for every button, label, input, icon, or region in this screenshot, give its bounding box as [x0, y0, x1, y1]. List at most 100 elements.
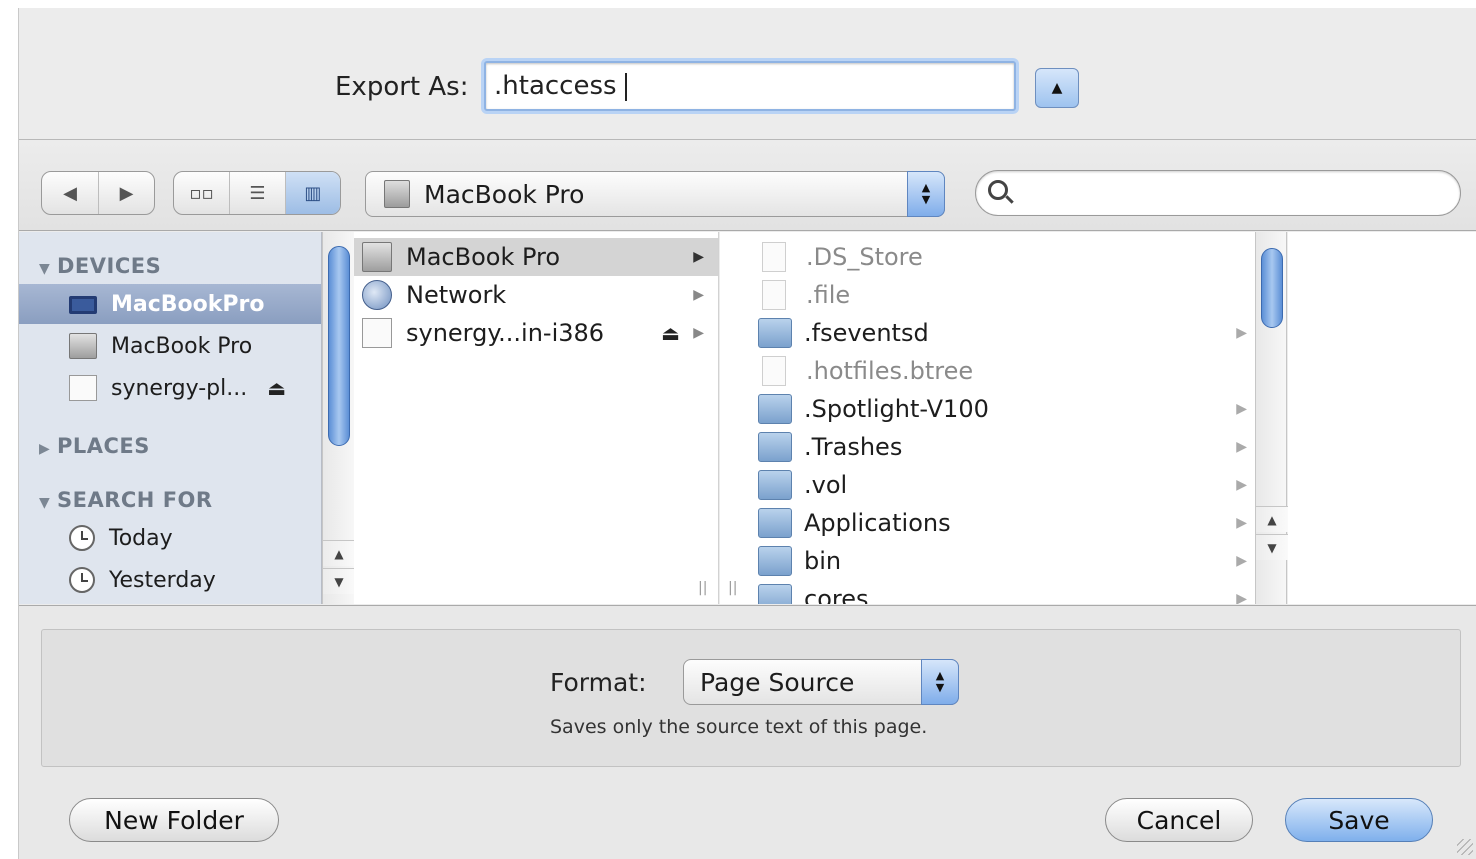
applications-folder-icon	[758, 508, 792, 538]
cancel-button[interactable]: Cancel	[1105, 798, 1253, 842]
sidebar-heading-search-for[interactable]: ▼ SEARCH FOR	[39, 488, 213, 512]
format-description: Saves only the source text of this page.	[550, 716, 928, 738]
search-icon	[988, 180, 1008, 200]
list-item[interactable]: .fseventsd ▶	[720, 314, 1255, 352]
popup-arrows-icon: ▲ ▼	[907, 171, 945, 217]
browser-column-1: MacBook Pro ▶ Network ▶ synergy...in-i38…	[354, 232, 719, 604]
browser-column-3	[1288, 232, 1476, 604]
scroll-down-button[interactable]: ▼	[1256, 534, 1288, 560]
chevron-right-icon: ▶	[693, 249, 704, 265]
search-field[interactable]	[975, 170, 1461, 216]
chevron-right-icon: ▶	[1236, 401, 1247, 417]
clock-icon	[69, 525, 95, 551]
back-forward-control: ◀ ▶	[41, 171, 155, 215]
chevron-right-icon: ▶	[1236, 553, 1247, 569]
folder-icon	[758, 584, 792, 604]
scroll-down-button[interactable]: ▼	[323, 568, 355, 594]
export-as-field[interactable]: .htaccess	[484, 61, 1016, 111]
scroll-thumb[interactable]	[1261, 248, 1283, 328]
column-scrollbar[interactable]: ▲ ▼	[1255, 232, 1288, 604]
disk-image-icon	[362, 318, 392, 348]
chevron-right-icon: ▶	[693, 325, 704, 341]
chevron-right-icon: ▶	[1236, 439, 1247, 455]
clock-icon	[69, 567, 95, 593]
list-item[interactable]: Network ▶	[354, 276, 718, 314]
disclosure-open-icon: ▼	[39, 495, 51, 511]
chevron-right-icon: ▶	[693, 287, 704, 303]
options-panel: Format: Page Source ▲ ▼ Saves only the so…	[19, 605, 1476, 859]
column-view-button[interactable]: ▥	[284, 172, 340, 214]
list-item[interactable]: .hotfiles.btree	[720, 352, 1255, 390]
sidebar-item-label: Yesterday	[109, 567, 216, 593]
document-icon	[762, 242, 786, 272]
list-view-button[interactable]: ☰	[229, 172, 284, 214]
forward-arrow-icon: ▶	[119, 182, 134, 204]
sidebar-item-label: synergy-pl...	[111, 375, 248, 401]
sidebar-item-today[interactable]: Today	[19, 518, 321, 558]
chevron-right-icon: ▶	[1236, 591, 1247, 604]
format-popup[interactable]: Page Source ▲ ▼	[683, 659, 959, 705]
list-view-icon: ☰	[249, 182, 266, 204]
spotlight-folder-icon	[758, 394, 792, 424]
browser-column-2: .DS_Store .file .fseventsd ▶ .hotfiles.b…	[720, 232, 1255, 604]
chevron-right-icon: ▶	[1236, 325, 1247, 341]
icon-view-icon: ▫▫	[189, 182, 214, 204]
document-icon	[762, 356, 786, 386]
format-value: Page Source	[700, 667, 855, 697]
list-item[interactable]: .DS_Store	[720, 238, 1255, 276]
column-resize-icon[interactable]: ||	[728, 580, 737, 596]
back-arrow-icon: ◀	[63, 182, 77, 204]
list-item[interactable]: .file	[720, 276, 1255, 314]
list-item[interactable]: .vol ▶	[720, 466, 1255, 504]
sidebar-item-yesterday[interactable]: Yesterday	[19, 560, 321, 600]
eject-icon[interactable]: ⏏	[267, 376, 286, 400]
location-value: MacBook Pro	[424, 179, 585, 209]
sidebar-item-macbookpro[interactable]: MacBookPro	[19, 284, 321, 324]
dialog-header: Export As: .htaccess ▲	[19, 8, 1476, 140]
column-resize-icon[interactable]: ||	[698, 580, 707, 596]
new-folder-button[interactable]: New Folder	[69, 798, 279, 842]
icon-view-button[interactable]: ▫▫	[174, 172, 229, 214]
eject-icon[interactable]: ⏏	[661, 321, 680, 345]
chevron-right-icon: ▶	[1236, 477, 1247, 493]
resize-grip-icon[interactable]	[1457, 839, 1473, 855]
popup-arrows-icon: ▲ ▼	[921, 659, 959, 705]
search-input[interactable]	[1020, 177, 1440, 209]
list-item[interactable]: cores ▶	[720, 580, 1255, 604]
list-item[interactable]: synergy...in-i386 ⏏ ▶	[354, 314, 718, 352]
sidebar-item-synergy-disk[interactable]: synergy-pl... ⏏	[19, 368, 321, 408]
back-button[interactable]: ◀	[42, 172, 98, 214]
location-popup[interactable]: MacBook Pro ▲ ▼	[365, 171, 945, 217]
list-item[interactable]: .Trashes ▶	[720, 428, 1255, 466]
list-item[interactable]: Applications ▶	[720, 504, 1255, 542]
scroll-thumb[interactable]	[328, 246, 350, 446]
folder-icon	[758, 470, 792, 500]
save-dialog: Export As: .htaccess ▲ ◀ ▶ ▫▫ ☰ ▥ MacBoo…	[18, 8, 1476, 859]
disclosure-closed-icon: ▶	[39, 441, 51, 457]
sidebar-heading-places[interactable]: ▶ PLACES	[39, 434, 150, 458]
network-globe-icon	[362, 280, 392, 310]
sidebar-scrollbar[interactable]: ▲ ▼	[322, 232, 355, 604]
sidebar-item-label: Today	[109, 525, 173, 551]
export-as-value: .htaccess	[494, 71, 617, 101]
scroll-up-button[interactable]: ▲	[323, 540, 355, 566]
list-item[interactable]: bin ▶	[720, 542, 1255, 580]
list-item[interactable]: MacBook Pro ▶	[354, 238, 718, 276]
folder-icon	[758, 546, 792, 576]
format-label: Format:	[550, 668, 647, 697]
document-icon	[762, 280, 786, 310]
hard-drive-icon	[69, 333, 97, 359]
sidebar-item-macbook-pro-disk[interactable]: MacBook Pro	[19, 326, 321, 366]
list-item[interactable]: .Spotlight-V100 ▶	[720, 390, 1255, 428]
triangle-up-icon: ▲	[1051, 80, 1063, 96]
export-as-label: Export As:	[335, 72, 469, 102]
sidebar-heading-devices[interactable]: ▼ DEVICES	[39, 254, 161, 278]
scroll-up-button[interactable]: ▲	[1256, 506, 1288, 532]
expand-dialog-button[interactable]: ▲	[1035, 68, 1079, 108]
chevron-right-icon: ▶	[1236, 515, 1247, 531]
forward-button[interactable]: ▶	[98, 172, 154, 214]
hard-drive-icon	[384, 180, 410, 208]
format-options-box: Format: Page Source ▲ ▼ Saves only the so…	[41, 629, 1461, 767]
save-button[interactable]: Save	[1285, 798, 1433, 842]
view-mode-control: ▫▫ ☰ ▥	[173, 171, 341, 215]
